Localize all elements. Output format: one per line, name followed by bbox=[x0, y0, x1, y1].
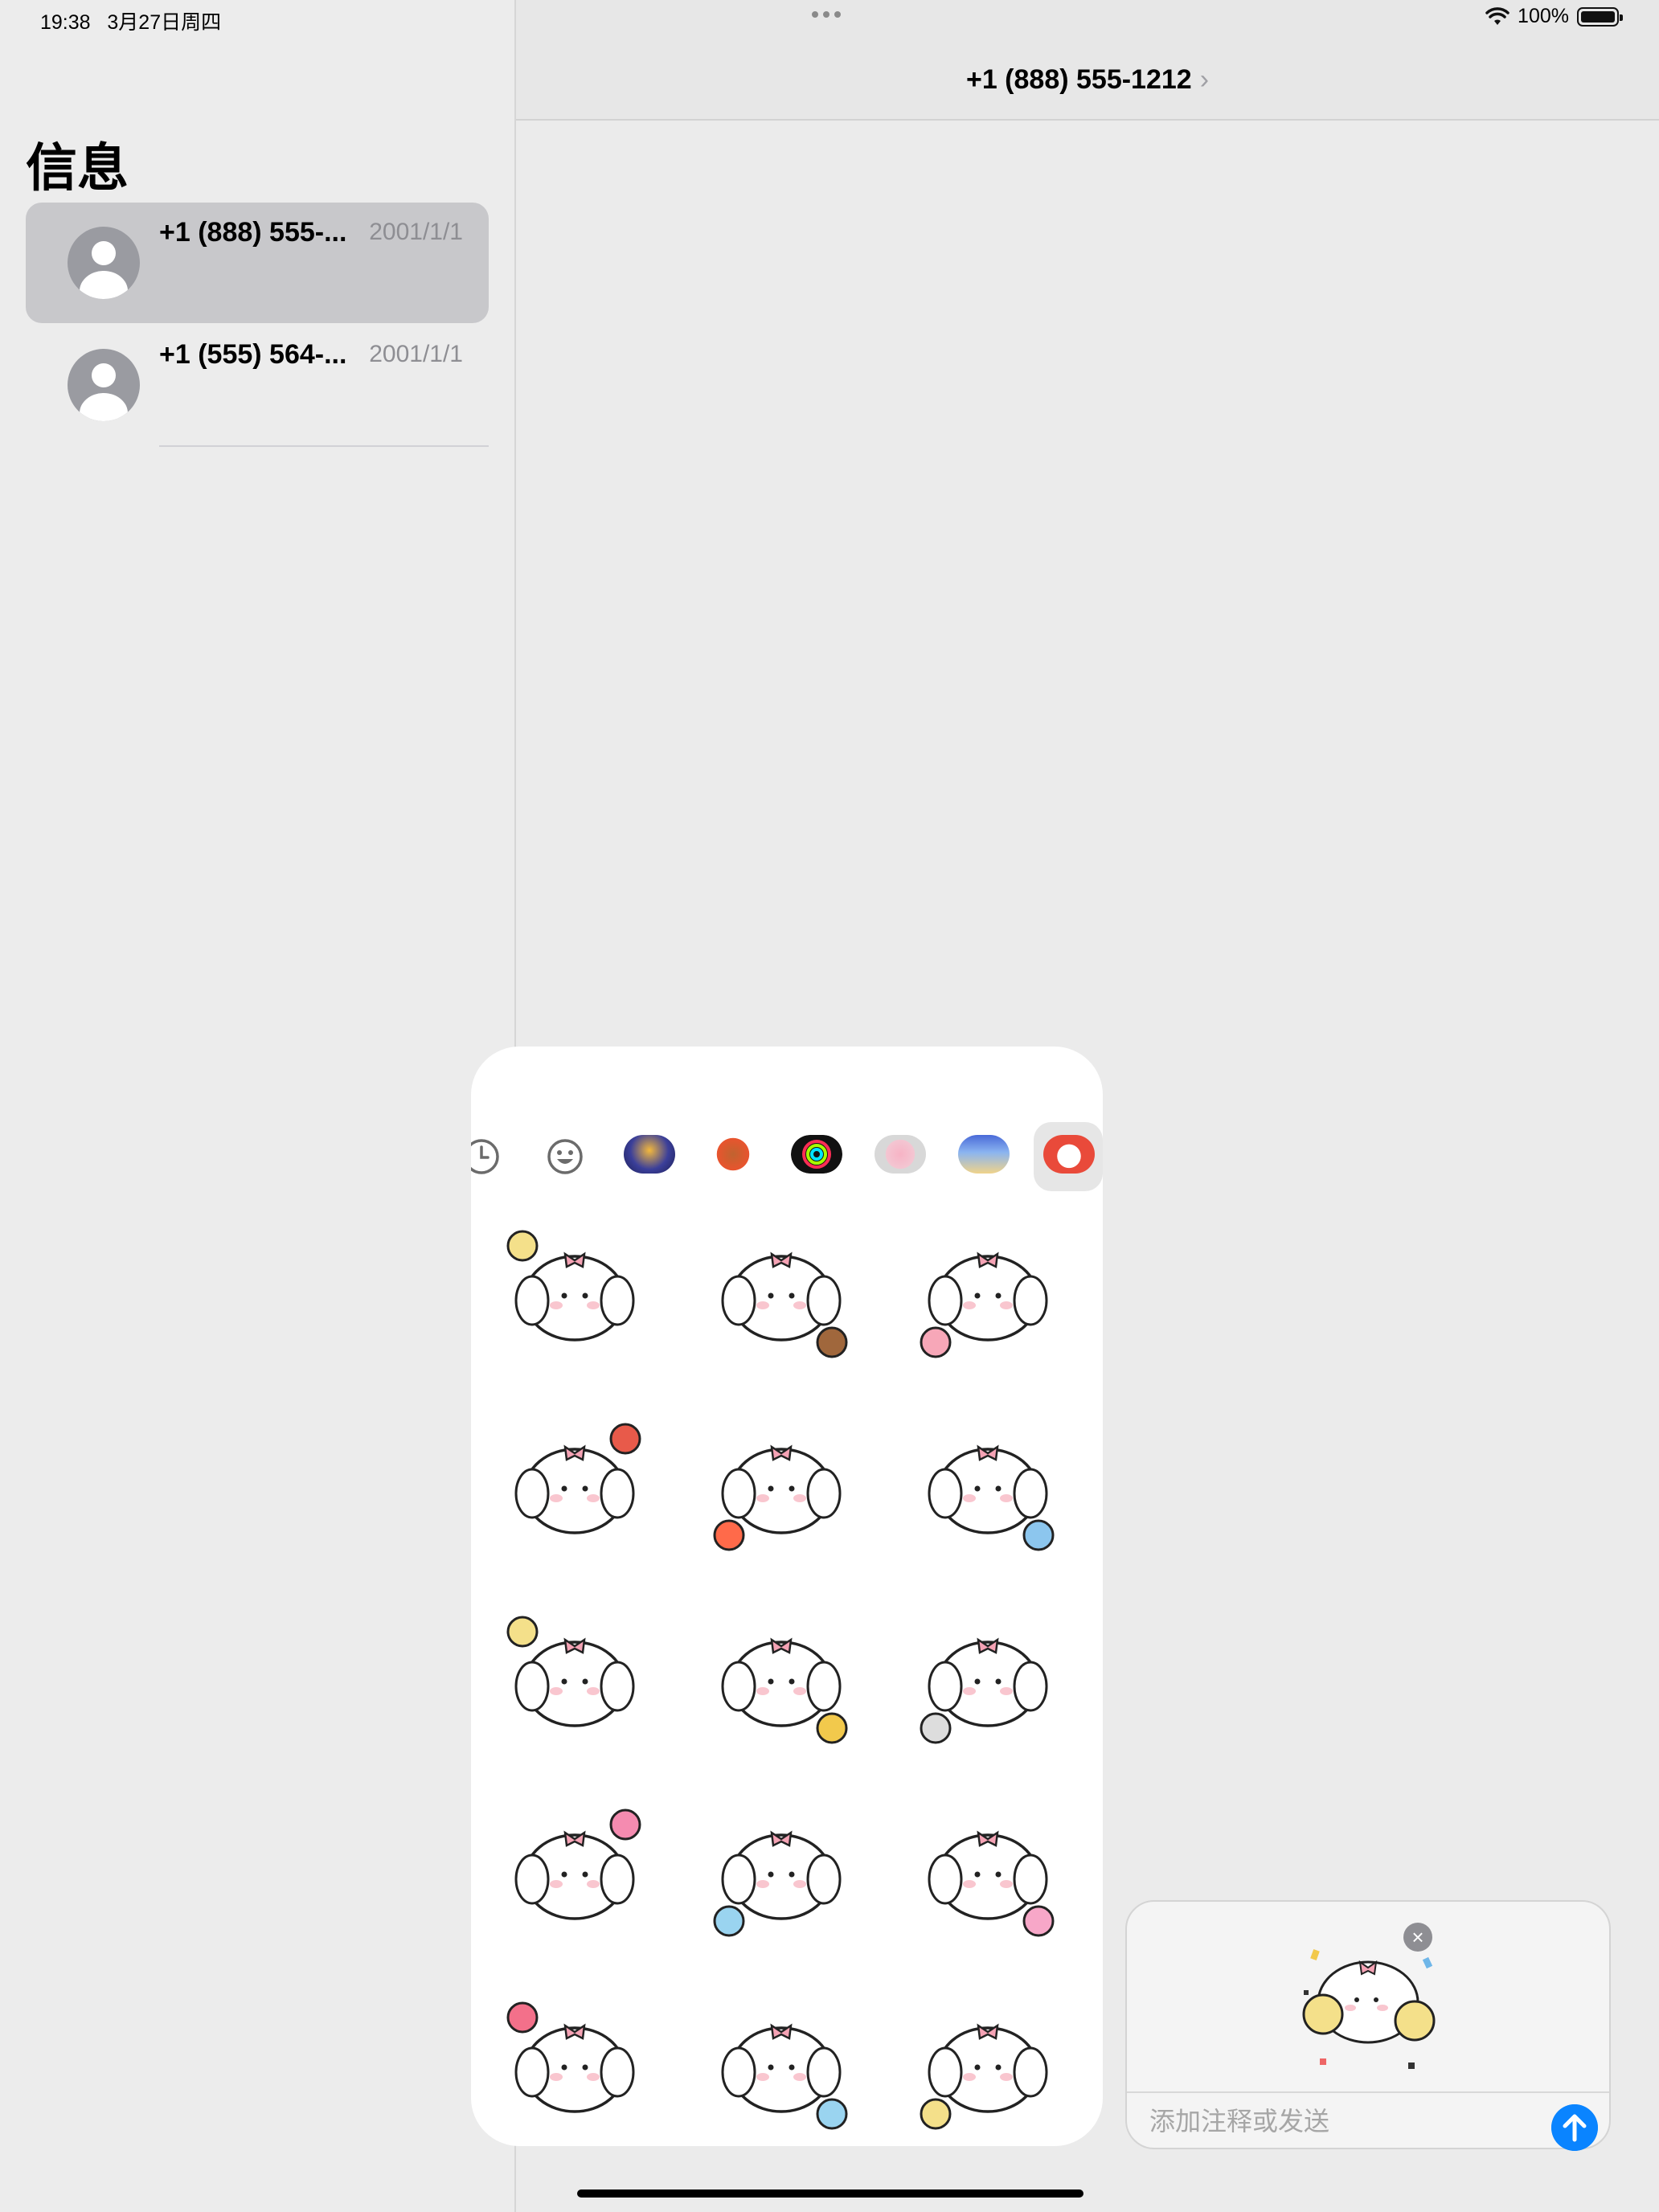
puppy-shy[interactable] bbox=[903, 1591, 1072, 1760]
home-indicator[interactable] bbox=[577, 2189, 1083, 2198]
conversation-date: 2001/1/1 bbox=[369, 341, 463, 367]
conversation-row[interactable]: +1 (888) 555-... 2001/1/1 bbox=[26, 203, 489, 323]
puppy-cookie[interactable] bbox=[697, 1206, 866, 1374]
conversation-date: 2001/1/1 bbox=[369, 219, 463, 245]
status-clock: 19:38 bbox=[40, 11, 91, 34]
puppy-fire-chick[interactable] bbox=[697, 1399, 866, 1567]
sticker-app-icon[interactable] bbox=[624, 1135, 675, 1174]
puppy-with-chick[interactable] bbox=[490, 1591, 659, 1760]
conversation-name: +1 (555) 564-... bbox=[159, 339, 347, 370]
puppy-window-hearts[interactable] bbox=[903, 1399, 1072, 1567]
message-composer: × 添加注释或发送 bbox=[1125, 1900, 1611, 2151]
sticker-app-whale-icon[interactable] bbox=[958, 1135, 1010, 1174]
status-date: 3月27日周四 bbox=[107, 11, 222, 34]
send-button[interactable] bbox=[1551, 2104, 1598, 2151]
avatar bbox=[68, 349, 140, 421]
contact-number[interactable]: +1 (888) 555-1212 bbox=[966, 64, 1192, 95]
recent-clock-icon[interactable] bbox=[471, 1137, 502, 1177]
list-divider bbox=[159, 445, 489, 447]
status-indicators: 100% bbox=[1485, 5, 1623, 28]
puppy-thumbs-up[interactable] bbox=[490, 1206, 659, 1374]
status-time: 19:38 3月27日周四 bbox=[40, 6, 221, 35]
puppy-sparkles[interactable] bbox=[697, 1591, 866, 1760]
multitasking-dots-icon[interactable] bbox=[812, 11, 841, 18]
conversation-row[interactable]: +1 (555) 564-... 2001/1/1 bbox=[26, 325, 489, 445]
memoji-icon[interactable] bbox=[707, 1135, 759, 1174]
remove-attachment-button[interactable]: × bbox=[1403, 1923, 1432, 1952]
composer-divider bbox=[1127, 2091, 1609, 2093]
chevron-right-icon: › bbox=[1199, 64, 1210, 95]
puppy-pencil[interactable] bbox=[490, 1977, 659, 2146]
app-drawer-tabs bbox=[471, 1122, 1103, 1193]
puppy-surprised[interactable] bbox=[697, 1977, 866, 2146]
activity-rings-icon[interactable] bbox=[791, 1135, 842, 1174]
conversation-name: +1 (888) 555-... bbox=[159, 217, 347, 248]
sidebar: 信息 +1 (888) 555-... 2001/1/1 +1 (555) 56… bbox=[0, 0, 514, 2212]
puppy-writing[interactable] bbox=[903, 1206, 1072, 1374]
wifi-icon bbox=[1485, 6, 1509, 25]
battery-percent: 100% bbox=[1518, 5, 1569, 27]
puppy-map-apples[interactable] bbox=[490, 1399, 659, 1567]
puppy-balloons[interactable] bbox=[903, 1784, 1072, 1953]
sidebar-title: 信息 bbox=[26, 139, 129, 197]
battery-icon bbox=[1577, 6, 1623, 27]
message-input[interactable]: 添加注释或发送 bbox=[1149, 2101, 1329, 2138]
sticker-app-pig-icon[interactable] bbox=[875, 1135, 926, 1174]
puppy-flowers[interactable] bbox=[490, 1784, 659, 1953]
avatar bbox=[68, 227, 140, 299]
sticker-app-puppy-icon[interactable] bbox=[1043, 1135, 1095, 1174]
puppy-confetti[interactable] bbox=[903, 1977, 1072, 2146]
contact-title[interactable]: +1 (888) 555-1212 › bbox=[516, 64, 1659, 96]
sticker-drawer bbox=[471, 1047, 1103, 2146]
emoji-icon[interactable] bbox=[545, 1137, 585, 1177]
puppy-syringe[interactable] bbox=[697, 1784, 866, 1953]
